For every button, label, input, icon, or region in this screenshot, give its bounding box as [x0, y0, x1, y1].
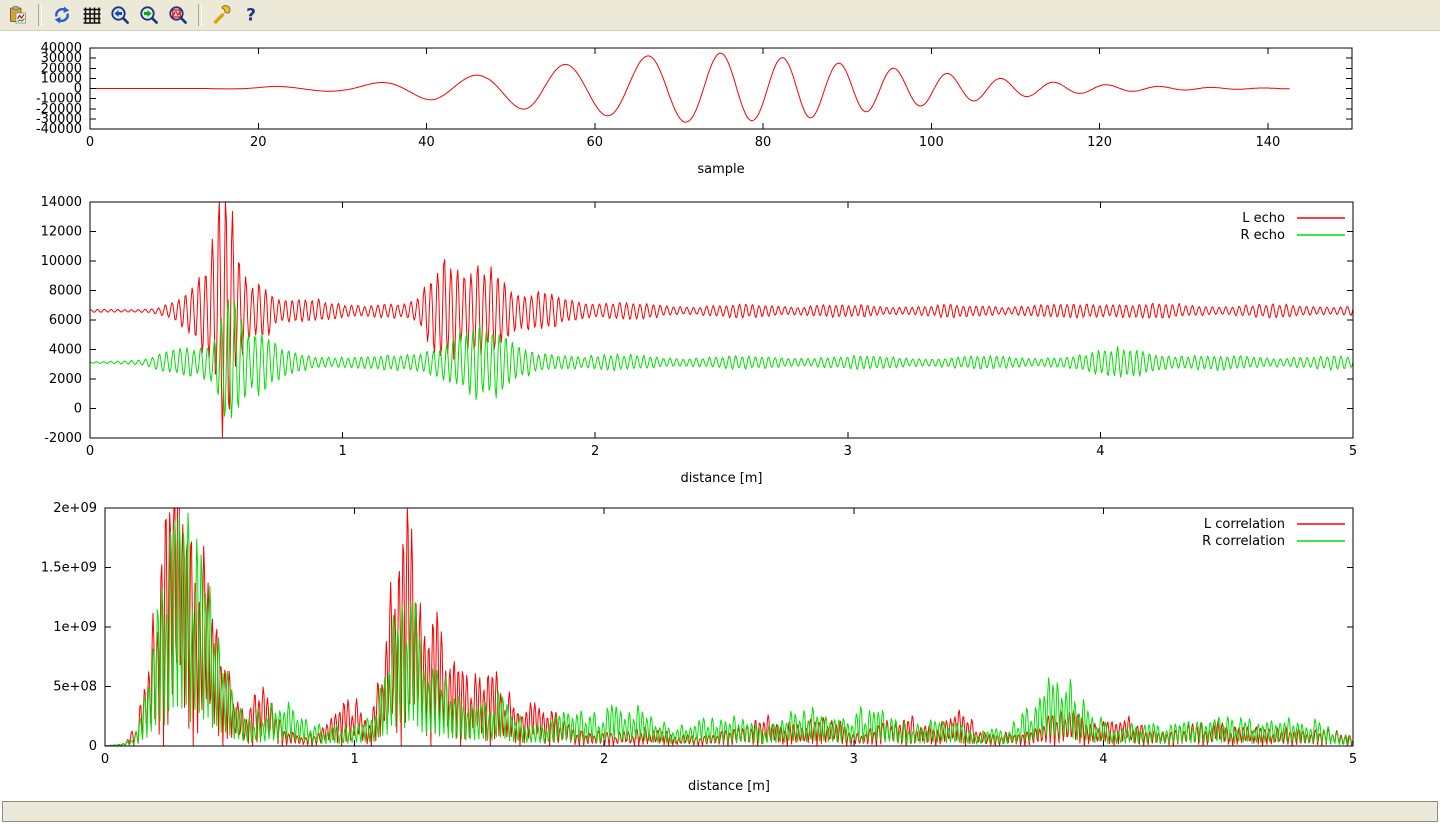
- svg-text:sample: sample: [697, 162, 744, 177]
- svg-text:R echo: R echo: [1240, 228, 1285, 243]
- svg-text:?: ?: [246, 6, 256, 26]
- toolbar: ?: [0, 0, 1440, 31]
- toggle-grid-button[interactable]: [78, 2, 104, 28]
- svg-text:0: 0: [86, 135, 94, 150]
- svg-text:100: 100: [919, 135, 944, 150]
- echo-chart[interactable]: 0 1 2 3 4 5 -2000 0 2000 4000 6000 8000 10000 12000 14…: [0, 190, 1440, 500]
- magnifier-right-arrow-icon: [139, 5, 159, 25]
- svg-text:2e+09: 2e+09: [53, 501, 97, 516]
- svg-text:1e+09: 1e+09: [53, 620, 97, 635]
- question-mark-icon: ?: [241, 5, 261, 25]
- svg-text:5: 5: [1349, 752, 1357, 767]
- svg-text:140: 140: [1255, 135, 1280, 150]
- gnuplot-window: { "toolbar": { "help_glyph": "?", "butto…: [0, 0, 1440, 825]
- replot-button[interactable]: [49, 2, 75, 28]
- svg-text:4: 4: [1096, 444, 1104, 459]
- svg-text:40: 40: [418, 135, 435, 150]
- svg-text:1.5e+09: 1.5e+09: [41, 561, 97, 576]
- svg-text:60: 60: [587, 135, 604, 150]
- svg-text:R correlation: R correlation: [1202, 534, 1285, 549]
- grid-icon: [81, 5, 101, 25]
- svg-text:12000: 12000: [41, 225, 82, 240]
- svg-text:-2000: -2000: [44, 431, 82, 446]
- zoom-previous-button[interactable]: [107, 2, 133, 28]
- svg-text:5: 5: [1349, 444, 1357, 459]
- correlation-chart[interactable]: 0 1 2 3 4 5 0 5e+08 1e+09 1.5e+09 2e+09 distance [m…: [0, 500, 1440, 800]
- svg-text:20: 20: [250, 135, 267, 150]
- svg-text:14000: 14000: [41, 195, 82, 210]
- svg-text:120: 120: [1087, 135, 1112, 150]
- magnifier-chart-icon: [168, 5, 188, 25]
- svg-text:80: 80: [755, 135, 772, 150]
- wrench-icon: [212, 5, 232, 25]
- toolbar-separator: [198, 4, 202, 26]
- svg-text:0: 0: [86, 444, 94, 459]
- svg-text:2000: 2000: [49, 372, 82, 387]
- zoom-next-button[interactable]: [136, 2, 162, 28]
- toolbar-separator: [38, 4, 42, 26]
- svg-text:10000: 10000: [41, 254, 82, 269]
- svg-text:1: 1: [338, 444, 346, 459]
- svg-text:6000: 6000: [49, 313, 82, 328]
- svg-text:4: 4: [1099, 752, 1107, 767]
- plot-canvas: 020406080100120140-40000-30000-20000-100…: [0, 32, 1440, 798]
- svg-text:4000: 4000: [49, 343, 82, 358]
- svg-text:1: 1: [350, 752, 358, 767]
- svg-text:3: 3: [850, 752, 858, 767]
- svg-text:distance [m]: distance [m]: [688, 779, 770, 794]
- svg-text:2: 2: [600, 752, 608, 767]
- svg-text:8000: 8000: [49, 284, 82, 299]
- svg-text:3: 3: [844, 444, 852, 459]
- refresh-arrows-icon: [52, 5, 72, 25]
- clipboard-chart-icon: [8, 5, 28, 25]
- svg-text:0: 0: [74, 402, 82, 417]
- svg-text:5e+08: 5e+08: [53, 680, 97, 695]
- waveform-chart[interactable]: 020406080100120140-40000-30000-20000-100…: [0, 32, 1440, 190]
- svg-text:distance [m]: distance [m]: [680, 471, 762, 486]
- svg-text:40000: 40000: [41, 41, 82, 56]
- autoscale-button[interactable]: [165, 2, 191, 28]
- copy-to-clipboard-button[interactable]: [5, 2, 31, 28]
- svg-text:L correlation: L correlation: [1204, 517, 1285, 532]
- svg-text:0: 0: [101, 752, 109, 767]
- magnifier-left-arrow-icon: [110, 5, 130, 25]
- help-button[interactable]: ?: [238, 2, 264, 28]
- configure-button[interactable]: [209, 2, 235, 28]
- status-bar: [2, 801, 1438, 822]
- svg-text:L echo: L echo: [1242, 211, 1285, 226]
- svg-text:0: 0: [89, 739, 97, 754]
- svg-text:2: 2: [591, 444, 599, 459]
